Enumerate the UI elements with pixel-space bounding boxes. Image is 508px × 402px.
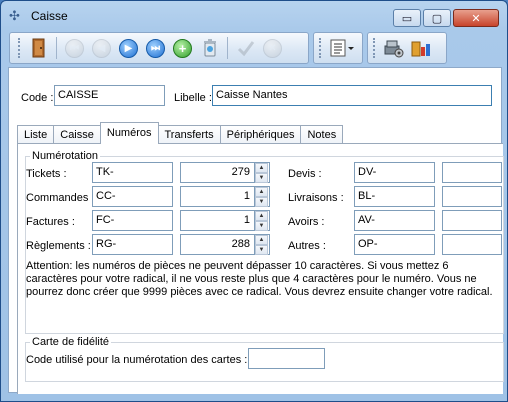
spin-up-icon[interactable]: ▲ (255, 187, 268, 197)
toolbar-grip[interactable] (319, 38, 322, 58)
minimize-icon: ▭ (401, 12, 413, 25)
first-record-icon: ⏮ (65, 38, 84, 58)
previous-record-icon: ◀ (92, 38, 111, 58)
close-icon: ✕ (471, 12, 481, 25)
door-exit-icon (32, 38, 44, 58)
validate-button[interactable] (234, 37, 257, 60)
autres-prefix-field[interactable]: OP- (354, 234, 435, 255)
next-record-button[interactable]: ▶ (117, 37, 140, 60)
title-bar[interactable]: ✣ Caisse ▭ ▢ ✕ (1, 1, 507, 31)
autres-label: Autres : (288, 240, 326, 252)
devis-number-field[interactable] (442, 162, 502, 183)
fidelite-code-label: Code utilisé pour la numérotation des ca… (26, 354, 248, 366)
close-button[interactable]: ✕ (453, 9, 499, 27)
report-toolbar (313, 32, 363, 64)
devis-prefix-field[interactable]: DV- (354, 162, 435, 183)
report-dropdown-icon (330, 39, 354, 57)
fidelite-code-field[interactable] (248, 348, 325, 369)
settings-button[interactable] (382, 37, 405, 60)
tab-numeros[interactable]: Numéros (99, 122, 159, 144)
app-icon: ✣ (9, 8, 20, 23)
statistics-icon (411, 41, 430, 57)
tab-liste[interactable]: Liste (17, 125, 55, 144)
devis-label: Devis : (288, 168, 322, 180)
tab-transferts[interactable]: Transferts (157, 125, 221, 144)
cancel-icon: ✕ (263, 38, 282, 58)
app-window: ✣ Caisse ▭ ▢ ✕ ⏮ ◀ ▶ ⏭ + ✕ Code: CAISSE… (0, 0, 508, 402)
record-toolbar: ⏮ ◀ ▶ ⏭ + ✕ (9, 32, 309, 64)
reglements-number-field[interactable]: 288 (180, 234, 255, 255)
factures-number-spinner[interactable]: ▲ ▼ (255, 210, 270, 231)
report-dropdown-button[interactable] (328, 37, 358, 60)
reglements-prefix-field[interactable]: RG- (92, 234, 173, 255)
commandes-number-spinner[interactable]: ▲ ▼ (255, 186, 270, 207)
toolbar-area: ⏮ ◀ ▶ ⏭ + ✕ (9, 32, 497, 64)
spin-down-icon[interactable]: ▼ (255, 245, 268, 255)
libelle-label: Libelle : (174, 92, 212, 104)
tab-peripheriques[interactable]: Périphériques (219, 125, 302, 144)
attention-note: Attention: les numéros de pièces ne peuv… (26, 260, 493, 298)
spin-up-icon[interactable]: ▲ (255, 211, 268, 221)
maximize-icon: ▢ (431, 12, 443, 25)
last-record-icon: ⏭ (146, 38, 165, 58)
tools-toolbar (367, 32, 447, 64)
spin-down-icon[interactable]: ▼ (255, 173, 268, 183)
add-record-button[interactable]: + (171, 37, 194, 60)
code-field[interactable]: CAISSE (54, 85, 165, 106)
numerotation-group-title: Numérotation (30, 150, 101, 163)
last-record-button[interactable]: ⏭ (144, 37, 167, 60)
tab-bar: Liste Caisse Numéros Transferts Périphér… (17, 122, 344, 144)
autres-number-field[interactable] (442, 234, 502, 255)
tickets-number-spinner[interactable]: ▲ ▼ (255, 162, 270, 183)
tickets-number-field[interactable]: 279 (180, 162, 255, 183)
statistics-button[interactable] (409, 37, 432, 60)
toolbar-separator (56, 37, 57, 59)
first-record-button[interactable]: ⏮ (63, 37, 86, 60)
spin-down-icon[interactable]: ▼ (255, 221, 268, 231)
avoirs-label: Avoirs : (288, 216, 325, 228)
settings-icon (384, 40, 403, 58)
libelle-field[interactable]: Caisse Nantes (212, 85, 492, 106)
tab-notes[interactable]: Notes (300, 125, 344, 144)
avoirs-number-field[interactable] (442, 210, 502, 231)
add-record-icon: + (173, 38, 192, 58)
factures-number-field[interactable]: 1 (180, 210, 255, 231)
door-exit-button[interactable] (27, 37, 50, 60)
commandes-number-field[interactable]: 1 (180, 186, 255, 207)
livraisons-prefix-field[interactable]: BL- (354, 186, 435, 207)
livraisons-label: Livraisons : (288, 192, 344, 204)
minimize-button[interactable]: ▭ (393, 9, 421, 27)
commandes-prefix-field[interactable]: CC- (92, 186, 173, 207)
delete-record-button[interactable] (198, 37, 221, 60)
spin-up-icon[interactable]: ▲ (255, 163, 268, 173)
spin-down-icon[interactable]: ▼ (255, 197, 268, 207)
avoirs-prefix-field[interactable]: AV- (354, 210, 435, 231)
commandes-label: Commandes : (26, 192, 95, 204)
factures-prefix-field[interactable]: FC- (92, 210, 173, 231)
window-title: Caisse (31, 9, 68, 23)
validate-icon (237, 41, 254, 57)
livraisons-number-field[interactable] (442, 186, 502, 207)
delete-record-icon (203, 39, 216, 57)
factures-label: Factures : (26, 216, 75, 228)
tickets-prefix-field[interactable]: TK- (92, 162, 173, 183)
reglements-number-spinner[interactable]: ▲ ▼ (255, 234, 270, 255)
maximize-button[interactable]: ▢ (423, 9, 451, 27)
spin-up-icon[interactable]: ▲ (255, 235, 268, 245)
cancel-button[interactable]: ✕ (261, 37, 284, 60)
code-label: Code : (21, 92, 54, 104)
previous-record-button[interactable]: ◀ (90, 37, 113, 60)
tab-caisse[interactable]: Caisse (53, 125, 101, 144)
reglements-label: Règlements : (26, 240, 91, 252)
next-record-icon: ▶ (119, 38, 138, 58)
toolbar-grip[interactable] (18, 38, 21, 58)
toolbar-grip[interactable] (373, 38, 376, 58)
form-client-area: Code : CAISSE Libelle : Caisse Nantes Li… (8, 67, 504, 394)
tickets-label: Tickets : (26, 168, 67, 180)
fidelite-group-title: Carte de fidélité (30, 336, 112, 349)
toolbar-separator (227, 37, 228, 59)
